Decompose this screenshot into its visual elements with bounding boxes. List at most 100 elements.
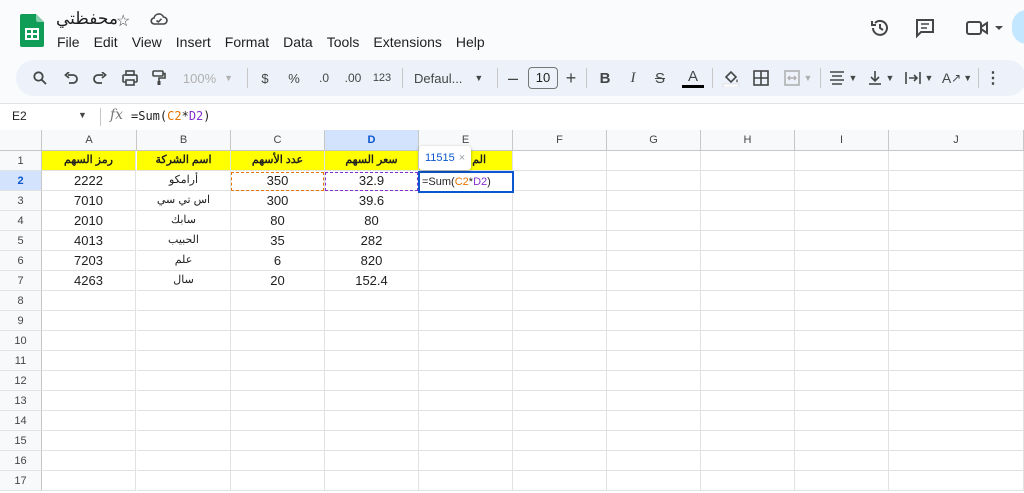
row-header-9[interactable]: 9: [0, 311, 42, 331]
column-header-g[interactable]: G: [607, 130, 701, 151]
cell-f8[interactable]: [513, 291, 607, 311]
cell-f3[interactable]: [513, 191, 607, 211]
formula-input[interactable]: =Sum(C2*D2): [131, 109, 211, 123]
zoom-select[interactable]: 100% ▼: [177, 60, 239, 96]
cell-b15[interactable]: [137, 431, 231, 451]
increase-decimal-button[interactable]: .00: [341, 60, 365, 96]
menu-data[interactable]: Data: [276, 33, 320, 51]
cell-i14[interactable]: [795, 411, 889, 431]
cell-d3[interactable]: 39.6: [325, 191, 419, 211]
cell-h16[interactable]: [701, 451, 795, 471]
cell-b11[interactable]: [137, 351, 231, 371]
text-color-button[interactable]: A: [681, 60, 705, 96]
cell-h13[interactable]: [701, 391, 795, 411]
comments-icon[interactable]: [911, 14, 939, 42]
cell-f2[interactable]: [513, 171, 607, 191]
cell-e13[interactable]: [419, 391, 513, 411]
cell-f13[interactable]: [513, 391, 607, 411]
cell-e12[interactable]: [419, 371, 513, 391]
row-header-4[interactable]: 4: [0, 211, 42, 231]
cell-j5[interactable]: [889, 231, 1024, 251]
close-icon[interactable]: ×: [459, 152, 465, 164]
cell-h7[interactable]: [701, 271, 795, 291]
cell-c16[interactable]: [231, 451, 325, 471]
cell-h15[interactable]: [701, 431, 795, 451]
row-header-10[interactable]: 10: [0, 331, 42, 351]
redo-icon[interactable]: [90, 60, 110, 96]
cell-a9[interactable]: [42, 311, 136, 331]
text-wrap-icon[interactable]: ▼: [902, 60, 936, 96]
cell-h3[interactable]: [701, 191, 795, 211]
menu-file[interactable]: File: [50, 33, 87, 51]
cell-i3[interactable]: [795, 191, 889, 211]
cell-d8[interactable]: [325, 291, 419, 311]
cell-a5[interactable]: 4013: [42, 231, 136, 251]
row-header-6[interactable]: 6: [0, 251, 42, 271]
cell-h12[interactable]: [701, 371, 795, 391]
cell-e17[interactable]: [419, 471, 513, 491]
cell-b16[interactable]: [137, 451, 231, 471]
cell-g3[interactable]: [607, 191, 701, 211]
cell-j14[interactable]: [889, 411, 1024, 431]
cell-b2[interactable]: أرامكو: [137, 171, 231, 191]
name-box[interactable]: E2: [12, 109, 27, 123]
cell-i7[interactable]: [795, 271, 889, 291]
cell-f7[interactable]: [513, 271, 607, 291]
cell-b13[interactable]: [137, 391, 231, 411]
row-header-15[interactable]: 15: [0, 431, 42, 451]
cell-j15[interactable]: [889, 431, 1024, 451]
chevron-down-icon[interactable]: ▼: [78, 110, 87, 120]
cell-d4[interactable]: 80: [325, 211, 419, 231]
cell-i13[interactable]: [795, 391, 889, 411]
select-all-corner[interactable]: [0, 130, 42, 151]
more-formats-button[interactable]: 123: [371, 60, 393, 96]
cell-b9[interactable]: [137, 311, 231, 331]
row-header-8[interactable]: 8: [0, 291, 42, 311]
cell-j1[interactable]: [889, 151, 1024, 171]
cell-e6[interactable]: [419, 251, 513, 271]
cell-g8[interactable]: [607, 291, 701, 311]
more-options-icon[interactable]: ⋮: [985, 60, 1001, 96]
percent-format-button[interactable]: %: [285, 60, 303, 96]
cell-c11[interactable]: [231, 351, 325, 371]
avatar[interactable]: [1012, 10, 1024, 44]
cell-g11[interactable]: [607, 351, 701, 371]
cell-d17[interactable]: [325, 471, 419, 491]
cell-a12[interactable]: [42, 371, 136, 391]
cell-a6[interactable]: 7203: [42, 251, 136, 271]
cell-h17[interactable]: [701, 471, 795, 491]
row-header-3[interactable]: 3: [0, 191, 42, 211]
cell-f11[interactable]: [513, 351, 607, 371]
decrease-decimal-button[interactable]: .0: [313, 60, 335, 96]
cell-c17[interactable]: [231, 471, 325, 491]
font-family-select[interactable]: Defaul... ▼: [410, 60, 494, 96]
cell-i16[interactable]: [795, 451, 889, 471]
cell-g10[interactable]: [607, 331, 701, 351]
cell-i8[interactable]: [795, 291, 889, 311]
cell-f17[interactable]: [513, 471, 607, 491]
search-menus-icon[interactable]: [30, 60, 50, 96]
cell-h9[interactable]: [701, 311, 795, 331]
row-header-5[interactable]: 5: [0, 231, 42, 251]
vertical-align-icon[interactable]: ▼: [864, 60, 898, 96]
cell-e15[interactable]: [419, 431, 513, 451]
row-header-12[interactable]: 12: [0, 371, 42, 391]
cell-i15[interactable]: [795, 431, 889, 451]
cell-e16[interactable]: [419, 451, 513, 471]
row-header-7[interactable]: 7: [0, 271, 42, 291]
cell-g2[interactable]: [607, 171, 701, 191]
row-header-14[interactable]: 14: [0, 411, 42, 431]
cell-d11[interactable]: [325, 351, 419, 371]
cell-e9[interactable]: [419, 311, 513, 331]
cell-j12[interactable]: [889, 371, 1024, 391]
cell-i12[interactable]: [795, 371, 889, 391]
cell-f6[interactable]: [513, 251, 607, 271]
cell-b17[interactable]: [137, 471, 231, 491]
cell-j7[interactable]: [889, 271, 1024, 291]
cell-g16[interactable]: [607, 451, 701, 471]
cell-f9[interactable]: [513, 311, 607, 331]
cell-f4[interactable]: [513, 211, 607, 231]
cell-g9[interactable]: [607, 311, 701, 331]
print-icon[interactable]: [119, 60, 141, 96]
menu-format[interactable]: Format: [218, 33, 276, 51]
